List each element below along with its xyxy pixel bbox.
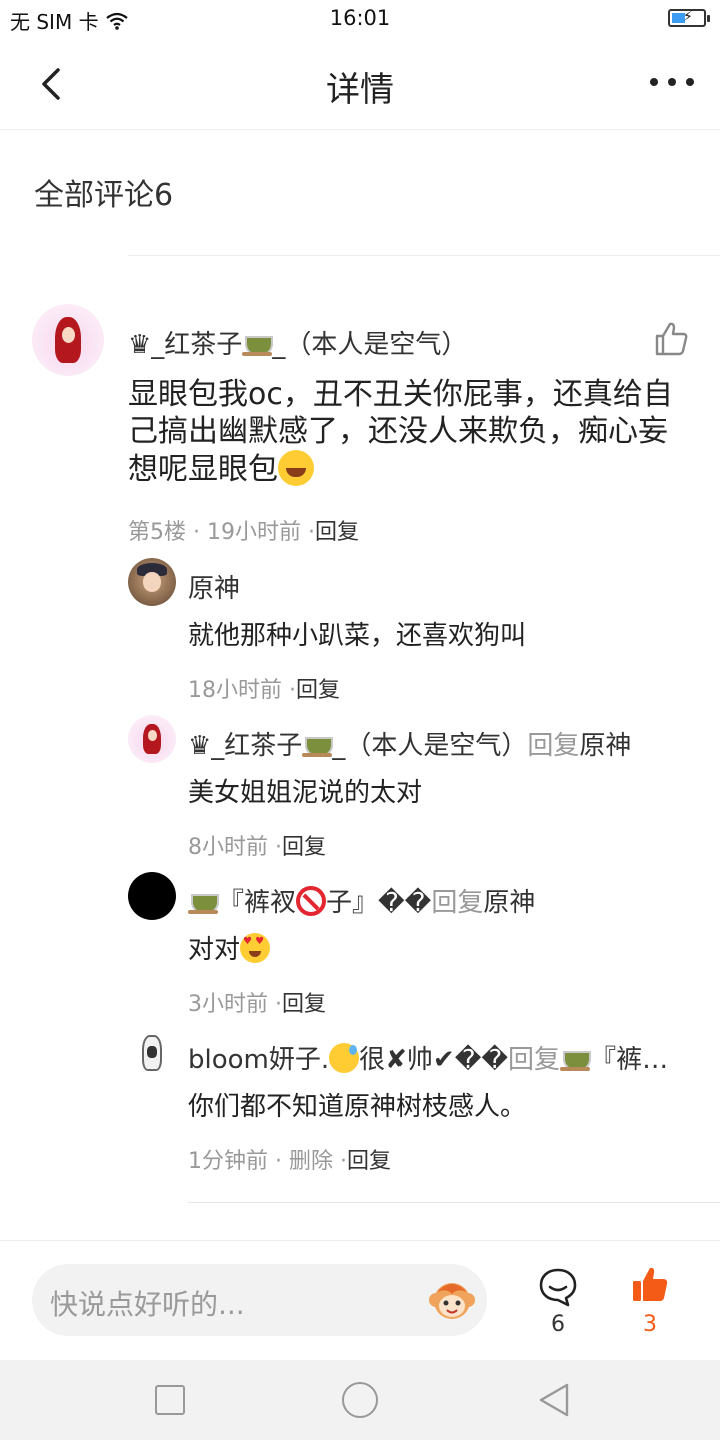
avatar[interactable] (32, 304, 104, 376)
comments-heading: 全部评论6 (34, 178, 174, 213)
reply-body: 对对 (188, 929, 271, 966)
comment-author[interactable]: ♛_红茶子 _（本人是空气） (128, 324, 467, 361)
thumbs-up-outline-icon[interactable] (652, 320, 690, 358)
avatar[interactable] (128, 715, 176, 763)
like-count: 3 (643, 1312, 657, 1337)
avatar[interactable] (128, 1029, 176, 1077)
reply-body: 就他那种小趴菜，还喜欢狗叫 (188, 621, 527, 651)
reply-author[interactable]: bloom妍子. 很✘帅✔��回复 『裤… (188, 1039, 668, 1076)
reply-author[interactable]: 『裤衩 子』��回复原神 (188, 882, 535, 919)
nav-bar: 详情 (0, 40, 720, 130)
comment-body: 显眼包我oc，丑不丑关你屁事，还真给自己搞出幽默感了，还没人来欺负，痴心妄想呢显… (128, 377, 673, 487)
page-title: 详情 (326, 70, 394, 110)
reply-body: 美女姐姐泥说的太对 (188, 778, 423, 808)
comment-bubble-icon[interactable] (538, 1267, 578, 1307)
comment-meta: 第5楼 · 19小时前 ·回复 (128, 520, 359, 545)
reply-meta: 1分钟前 · 删除 ·回复 (188, 1149, 391, 1174)
reply-author[interactable]: ♛_红茶子 _（本人是空气）回复原神 (188, 725, 631, 762)
monkey-emoji-icon[interactable] (427, 1276, 477, 1324)
back-triangle-icon[interactable] (535, 1382, 575, 1418)
reply-link[interactable]: 回复 (347, 1149, 391, 1174)
comment-count: 6 (551, 1312, 565, 1337)
home-icon[interactable] (342, 1382, 378, 1418)
reply-author[interactable]: 原神 (188, 568, 240, 605)
status-bar: 无 SIM 卡 16:01 ⚡ (0, 0, 720, 40)
reply-link[interactable]: 回复 (282, 835, 326, 860)
reply-meta: 18小时前 ·回复 (188, 678, 340, 703)
reply-meta: 3小时前 ·回复 (188, 992, 326, 1017)
avatar[interactable] (128, 872, 176, 920)
reply-link[interactable]: 回复 (315, 520, 359, 545)
reply-link[interactable]: 回复 (296, 678, 340, 703)
reply-body: 你们都不知道原神树枝感人。 (188, 1092, 527, 1122)
tea-emoji-icon (242, 328, 274, 358)
status-time: 16:01 (329, 6, 391, 30)
laughing-emoji-icon (278, 450, 314, 486)
avatar[interactable] (128, 558, 176, 606)
divider (128, 255, 720, 256)
no-entry-emoji-icon (296, 886, 327, 916)
tea-emoji-icon (560, 1043, 592, 1073)
heart-eyes-emoji-icon (240, 933, 271, 963)
comment-input[interactable]: 快说点好听的... (32, 1264, 487, 1336)
divider (0, 1240, 720, 1241)
system-nav-bar (0, 1360, 720, 1440)
more-dots-icon[interactable] (650, 70, 694, 94)
reply-link[interactable]: 回复 (282, 992, 326, 1017)
reply-meta: 8小时前 ·回复 (188, 835, 326, 860)
sweat-emoji-icon (329, 1043, 360, 1073)
battery-icon: ⚡ (668, 9, 710, 27)
tea-emoji-icon (188, 886, 219, 916)
thumbs-up-filled-icon[interactable] (630, 1265, 670, 1305)
recent-apps-icon[interactable] (155, 1385, 185, 1415)
tea-emoji-icon (302, 729, 334, 759)
divider (188, 1202, 720, 1203)
comment-input-placeholder: 快说点好听的... (50, 1288, 245, 1321)
